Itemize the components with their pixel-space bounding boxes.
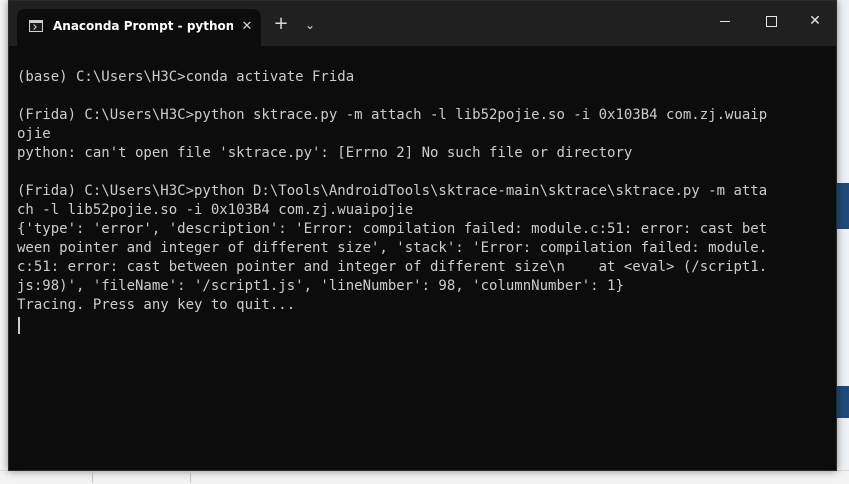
terminal-icon — [29, 20, 43, 32]
terminal-window: Anaconda Prompt - python D ✕ + ⌄ ✕ (base… — [8, 0, 837, 471]
close-icon: ✕ — [809, 13, 821, 29]
console-line: {'type': 'error', 'description': 'Error:… — [17, 221, 768, 237]
maximize-icon — [765, 15, 777, 27]
scrollbar[interactable] — [830, 61, 834, 441]
close-tab-icon[interactable]: ✕ — [238, 18, 256, 36]
minimize-button[interactable] — [702, 1, 748, 41]
background-divider — [92, 473, 93, 483]
console-line: js:98)', 'fileName': '/script1.js', 'lin… — [17, 278, 624, 294]
tab-title: Anaconda Prompt - python D — [53, 19, 233, 33]
console-line: c:51: error: cast between pointer and in… — [17, 259, 768, 275]
maximize-button[interactable] — [748, 1, 794, 41]
close-window-button[interactable]: ✕ — [792, 1, 838, 41]
new-tab-button[interactable]: + — [271, 15, 291, 35]
console-line: ch -l lib52pojie.so -i 0x103B4 com.zj.wu… — [17, 202, 414, 218]
console-line: python: can't open file 'sktrace.py': [E… — [17, 145, 633, 161]
background-divider — [190, 473, 191, 483]
text-cursor — [18, 317, 20, 334]
console-line: (base) C:\Users\H3C>conda activate Frida — [17, 69, 355, 85]
background-accent-block — [837, 386, 849, 418]
console-output[interactable]: (base) C:\Users\H3C>conda activate Frida… — [9, 46, 836, 470]
title-bar[interactable]: Anaconda Prompt - python D ✕ + ⌄ ✕ — [9, 1, 836, 46]
background-accent-block — [837, 183, 849, 229]
console-line: ween pointer and integer of different si… — [17, 240, 768, 256]
background-window-edge-bottom — [0, 470, 849, 484]
background-window-edge-right — [837, 0, 849, 483]
console-line: ojie — [17, 126, 51, 142]
console-line: (Frida) C:\Users\H3C>python D:\Tools\And… — [17, 183, 768, 199]
console-line: (Frida) C:\Users\H3C>python sktrace.py -… — [17, 107, 768, 123]
minimize-icon — [720, 20, 730, 22]
console-line: Tracing. Press any key to quit... — [17, 297, 296, 313]
chevron-down-icon[interactable]: ⌄ — [301, 15, 319, 35]
cursor-line — [17, 315, 836, 334]
tab-anaconda-prompt[interactable]: Anaconda Prompt - python D ✕ — [17, 9, 261, 46]
